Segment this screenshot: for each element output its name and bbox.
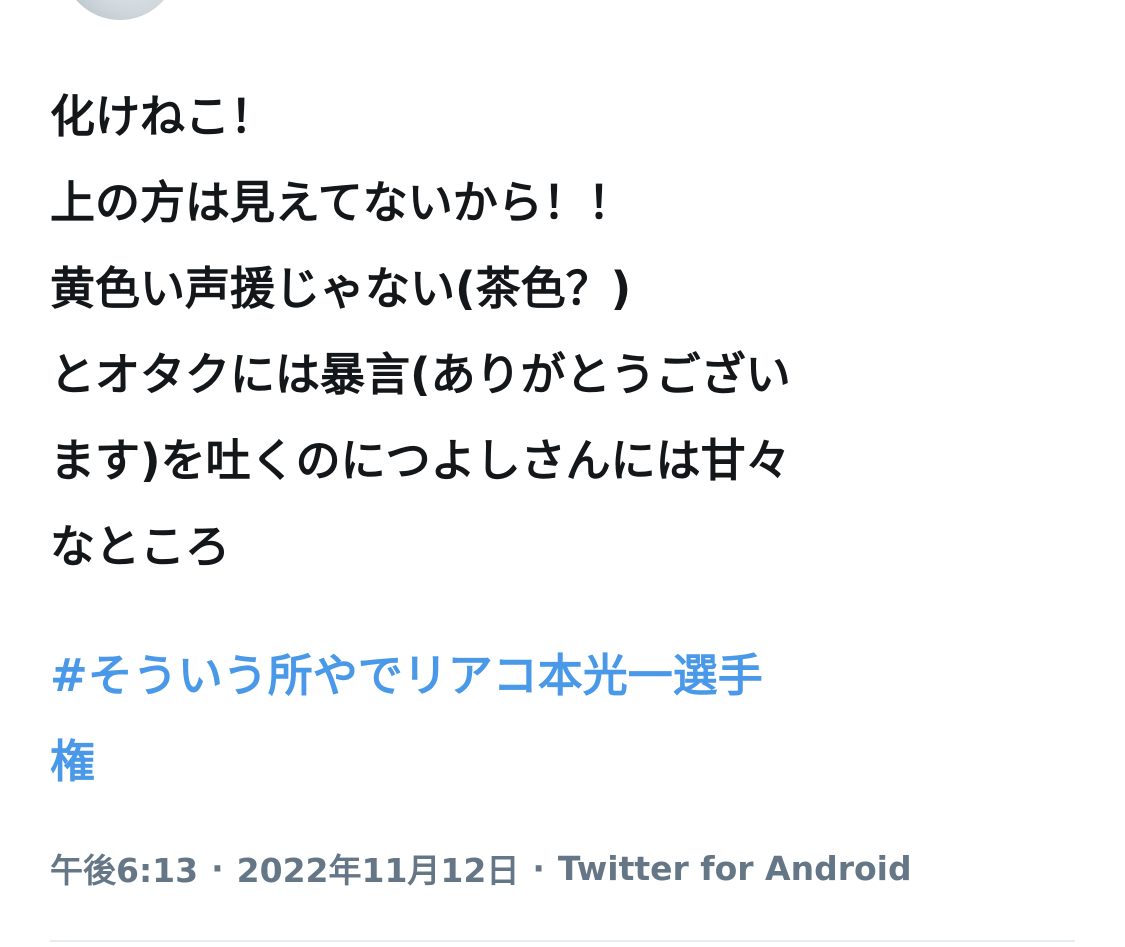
hashtag-link[interactable]: #そういう所やでリアコ本光一選手 権 [50,633,1050,805]
separator-dot: · [532,848,545,888]
tweet-date[interactable]: 2022年11月12日 [237,844,520,892]
avatar[interactable] [62,0,178,20]
tweet-text: 化けねこ！ 上の方は見えてないから！！ 黄色い声援じゃない(茶色？) とオタクに… [50,90,791,573]
tweet-time: 午後6:13 [50,851,199,890]
separator-dot: · [211,848,224,888]
tweet-metadata: 午後6:13 · 2022年11月12日 · Twitter for Andro… [50,844,912,892]
divider [50,940,1075,942]
tweet-source-link[interactable]: Twitter for Android [558,849,912,888]
